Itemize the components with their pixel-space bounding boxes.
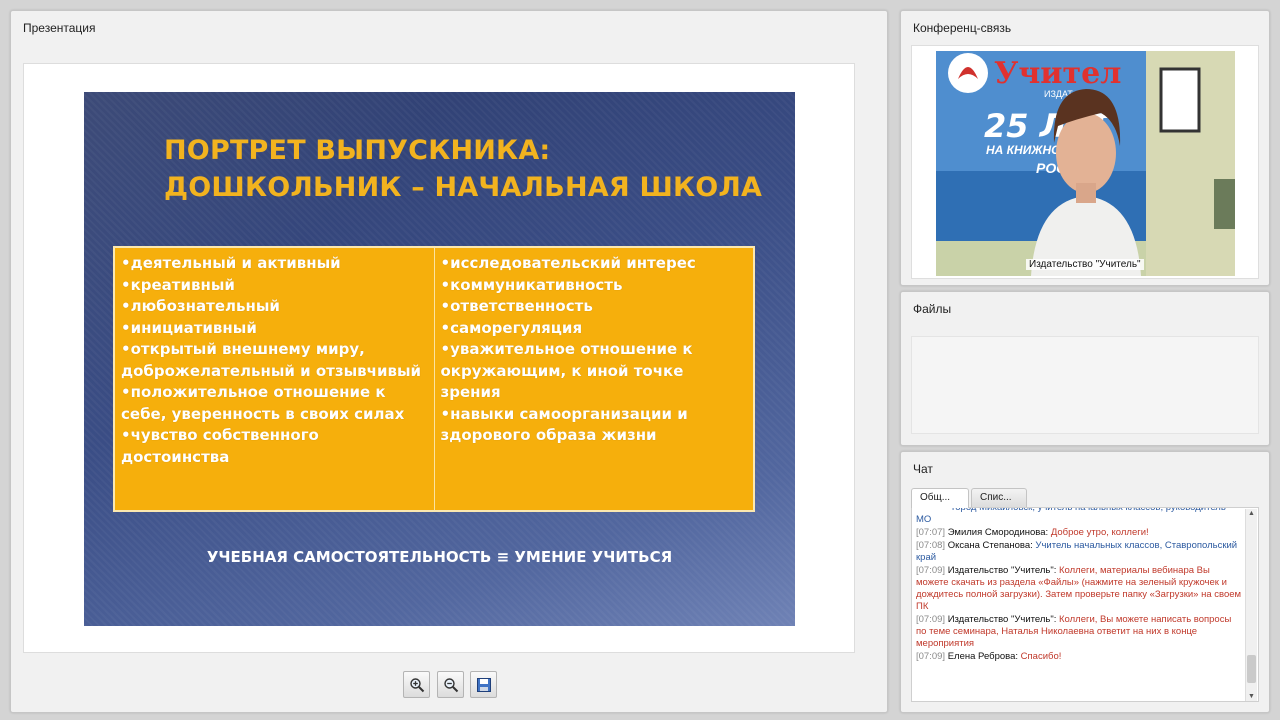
- slide-list-item: •исследовательский интерес: [440, 254, 696, 272]
- zoom-out-icon: [443, 677, 458, 692]
- slide-table-left-column: •деятельный и активный •креативный •любо…: [115, 248, 435, 510]
- video-panel-title: Конференц-связь: [913, 21, 1012, 35]
- tab-general-chat[interactable]: Общ...: [911, 488, 969, 508]
- slide-list-item: •инициативный: [121, 318, 257, 337]
- slide-list-item: •ответственность: [440, 297, 593, 315]
- slide-list-item: •чувство собственного достоинства: [121, 426, 319, 466]
- chat-messages: город Михайловск, учитель начальных клас…: [916, 507, 1242, 664]
- slide-table: •деятельный и активный •креативный •любо…: [113, 246, 755, 512]
- chat-message: город Михайловск, учитель начальных клас…: [916, 507, 1242, 526]
- scroll-down-icon[interactable]: ▼: [1248, 693, 1255, 700]
- chat-message-author: Эмилия Смородинова:: [947, 527, 1049, 538]
- chat-message-author: Оксана Степанова:: [947, 540, 1033, 551]
- slide-footer-text: УЧЕБНАЯ САМОСТОЯТЕЛЬНОСТЬ ≡ УМЕНИЕ УЧИТЬ…: [206, 548, 673, 566]
- slide-list-item: •открытый внешнему миру, доброжелательны…: [121, 340, 422, 380]
- chat-message: [07:09] Елена Реброва: Спасибо!: [916, 651, 1242, 663]
- presentation-panel-title: Презентация: [23, 21, 96, 35]
- video-frame: Учител ИЗДАТ 25 ЛЕТ НА КНИЖНОМ РОСС Изда…: [911, 45, 1259, 279]
- zoom-out-button[interactable]: [437, 671, 464, 698]
- slide-title: ПОРТРЕТ ВЫПУСКНИКА: ДОШКОЛЬНИК – НАЧАЛЬН…: [164, 135, 763, 203]
- video-caption: Издательство "Учитель": [1026, 259, 1144, 270]
- save-button[interactable]: [470, 671, 497, 698]
- scroll-up-icon[interactable]: ▲: [1248, 510, 1255, 517]
- slide-list-item: •положительное отношение к себе, уверенн…: [121, 383, 405, 423]
- chat-message-time: [07:07]: [916, 527, 946, 538]
- files-list[interactable]: [911, 336, 1259, 434]
- chat-message-text: Спасибо!: [1020, 651, 1062, 662]
- slide-list-item: •деятельный и активный: [121, 254, 341, 272]
- chat-panel-title: Чат: [913, 462, 933, 476]
- scrollbar-thumb[interactable]: [1247, 655, 1256, 683]
- zoom-in-icon: [409, 677, 424, 692]
- files-panel: Файлы: [900, 291, 1270, 446]
- chat-message-time: [07:09]: [916, 565, 946, 576]
- chat-message: [07:09] Издательство "Учитель": Коллеги,…: [916, 614, 1242, 650]
- slide: ПОРТРЕТ ВЫПУСКНИКА: ДОШКОЛЬНИК – НАЧАЛЬН…: [84, 92, 795, 626]
- webcam-video[interactable]: Учител ИЗДАТ 25 ЛЕТ НА КНИЖНОМ РОСС Изда…: [936, 51, 1235, 276]
- slide-table-right-column: •исследовательский интерес •коммуникатив…: [435, 248, 754, 510]
- presentation-panel: Презентация ПОРТРЕТ ВЫПУСКНИКА: ДОШКОЛЬН…: [10, 10, 888, 713]
- chat-scrollbar[interactable]: ▲ ▼: [1245, 509, 1257, 701]
- slide-list-item: •навыки самоорганизации и здорового обра…: [440, 404, 688, 445]
- slide-list-item: •саморегуляция: [440, 318, 583, 337]
- chat-message: [07:09] Издательство "Учитель": Коллеги,…: [916, 565, 1242, 613]
- chat-message: [07:07] Эмилия Смородинова: Доброе утро,…: [916, 527, 1242, 539]
- banner-brand-text: Учител: [994, 56, 1121, 91]
- slide-viewport: ПОРТРЕТ ВЫПУСКНИКА: ДОШКОЛЬНИК – НАЧАЛЬН…: [23, 63, 855, 653]
- chat-message: [07:08] Оксана Степанова: Учитель началь…: [916, 540, 1242, 564]
- chat-message-text: Доброе утро, коллеги!: [1050, 527, 1149, 538]
- slide-list-item: •уважительное отношение к окружающим, к …: [440, 340, 693, 401]
- chat-panel: Чат Общ... Спис... город Михайловск, учи…: [900, 451, 1270, 713]
- chat-message-text: город Михайловск, учитель начальных клас…: [916, 507, 1226, 525]
- chat-message-time: [07:09]: [916, 614, 946, 625]
- chat-message-time: [07:08]: [916, 540, 946, 551]
- slide-list-item: •креативный: [121, 275, 235, 294]
- video-conference-panel: Конференц-связь Учител ИЗДАТ 25 ЛЕТ НА К…: [900, 10, 1270, 286]
- chat-message-author: Издательство "Учитель":: [947, 565, 1057, 576]
- slide-list-item: •любознательный: [121, 297, 280, 315]
- files-panel-title: Файлы: [913, 302, 952, 316]
- chat-message-time: [07:09]: [916, 651, 946, 662]
- slide-list-item: •коммуникативность: [440, 275, 623, 294]
- tab-participants-list[interactable]: Спис...: [971, 488, 1027, 508]
- chat-message-author: Издательство "Учитель":: [947, 614, 1057, 625]
- save-icon: [476, 677, 491, 692]
- webcam-scene-image: Учител ИЗДАТ 25 ЛЕТ НА КНИЖНОМ РОСС: [936, 51, 1235, 276]
- chat-log[interactable]: город Михайловск, учитель начальных клас…: [911, 507, 1259, 702]
- zoom-in-button[interactable]: [403, 671, 430, 698]
- chat-message-author: Елена Реброва:: [947, 651, 1019, 662]
